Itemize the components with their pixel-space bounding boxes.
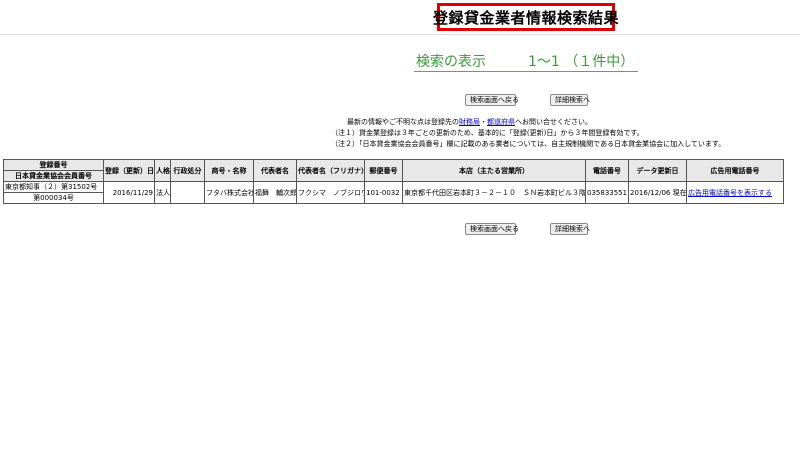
header-rep-name: 代表者名 (253, 159, 297, 182)
cell-reg-no: 東京都知事（２）第31502号 (3, 181, 104, 193)
header-assoc-no: 日本貸金業協会会員番号 (3, 170, 104, 182)
cell-assoc-no: 第000034号 (3, 192, 104, 204)
back-to-search-button-top[interactable]: 検索画面へ戻る (465, 94, 519, 106)
notice-line-1: 最新の情報やご不明な点は登録先の財務局・都道府県へお問い合せください。 (0, 117, 800, 127)
cell-phone: 0358335511 (585, 181, 629, 204)
show-ad-phone-link[interactable]: 広告用電話番号を表示する (688, 189, 772, 197)
notice-separator: ・ (480, 118, 487, 126)
notice-note-1: （注１）貸金業登録は３年ごとの更新のため、基本的に「登録(更新)日」から３年間登… (331, 129, 644, 137)
result-summary: 検索の表示 1〜1 （１件中） (414, 49, 638, 72)
cell-updated: 2016/12/06 現在 (628, 181, 687, 204)
header-address: 本店（主たる営業所） (402, 159, 586, 182)
result-count: 1〜1 （１件中） (528, 54, 635, 70)
bureau-link[interactable]: 財務局 (459, 118, 480, 126)
header-rep-kana: 代表者名（フリガナ） (296, 159, 365, 182)
reg-number: 第31502号 (61, 183, 98, 191)
prefecture-link[interactable]: 都道府県 (487, 118, 515, 126)
header-divider (0, 34, 800, 35)
results-table: 登録番号 登録（更新）日 人格 行政処分 商号・名称 代表者名 代表者名（フリガ… (3, 159, 784, 204)
table-row: 東京都知事（２）第31502号 2016/11/29 法人 フタバ株式会社 福舞… (3, 181, 784, 204)
notice-line1-post: へお問い合せください。 (515, 118, 592, 126)
header-reg-no: 登録番号 (3, 159, 104, 171)
header-postal: 郵便番号 (364, 159, 403, 182)
cell-admin-action (170, 181, 205, 204)
table-header-row: 登録番号 登録（更新）日 人格 行政処分 商号・名称 代表者名 代表者名（フリガ… (3, 159, 784, 182)
cell-postal: 101-0032 (364, 181, 403, 204)
header-reg-date: 登録（更新）日 (103, 159, 155, 182)
header-trade-name: 商号・名称 (204, 159, 254, 182)
cell-trade-name: フタバ株式会社 (204, 181, 254, 204)
result-label: 検索の表示 (416, 54, 486, 70)
back-to-search-button-bottom[interactable]: 検索画面へ戻る (465, 223, 519, 235)
reg-term: （２） (40, 183, 61, 191)
header-phone: 電話番号 (585, 159, 629, 182)
detail-search-button-top[interactable]: 詳細検索へ (550, 94, 590, 106)
reg-office: 東京都知事 (5, 183, 40, 191)
header-ad-phone: 広告用電話番号 (686, 159, 784, 182)
cell-reg-date: 2016/11/29 (103, 181, 155, 204)
header-entity: 人格 (154, 159, 171, 182)
notice-line1-pre: 最新の情報やご不明な点は登録先の (347, 118, 459, 126)
cell-entity: 法人 (154, 181, 171, 204)
page-title: 登録貸金業者情報検索結果 (433, 3, 619, 31)
header-updated: データ更新日 (628, 159, 687, 182)
cell-ad-phone: 広告用電話番号を表示する (686, 181, 784, 204)
notice-note-2: （注２）「日本貸金業協会会員番号」欄に記載のある業者については、自主規制機関であ… (331, 140, 726, 148)
cell-rep-kana: フクシマ ノブジロウ (296, 181, 365, 204)
cell-rep-name: 福舞 輔次郎 (253, 181, 297, 204)
cell-address: 東京都千代田区岩本町３－２－１０ ＳＮ岩本町ビル３階 (402, 181, 586, 204)
header-admin-action: 行政処分 (170, 159, 205, 182)
detail-search-button-bottom[interactable]: 詳細検索へ (550, 223, 590, 235)
